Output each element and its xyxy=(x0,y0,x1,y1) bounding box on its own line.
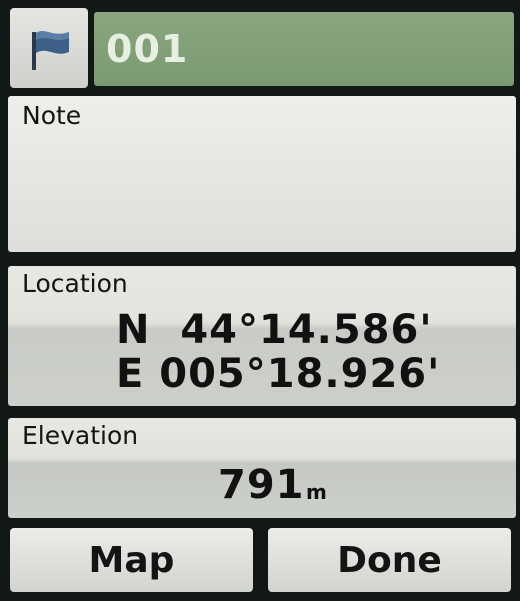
latitude-value: N 44°14.586' xyxy=(116,307,433,353)
done-button[interactable]: Done xyxy=(268,528,511,592)
note-label: Note xyxy=(22,101,82,130)
map-button[interactable]: Map xyxy=(10,528,253,592)
longitude-value: E 005°18.926' xyxy=(116,351,441,397)
elevation-value: 791 xyxy=(218,462,305,508)
waypoint-name: 001 xyxy=(106,27,189,71)
elevation-unit: m xyxy=(306,480,327,504)
note-panel[interactable]: Note xyxy=(8,96,516,252)
waypoint-header: 001 xyxy=(10,8,515,90)
elevation-label: Elevation xyxy=(22,421,139,450)
elevation-panel[interactable]: Elevation 791 m xyxy=(8,418,516,518)
waypoint-screen: 001 Note Location N 44°14.586' E 005°18.… xyxy=(0,0,520,601)
location-label: Location xyxy=(22,269,128,298)
location-panel[interactable]: Location N 44°14.586' E 005°18.926' xyxy=(8,266,516,406)
waypoint-symbol-button[interactable] xyxy=(10,8,88,88)
waypoint-name-field[interactable]: 001 xyxy=(94,12,514,86)
flag-icon xyxy=(32,31,69,70)
